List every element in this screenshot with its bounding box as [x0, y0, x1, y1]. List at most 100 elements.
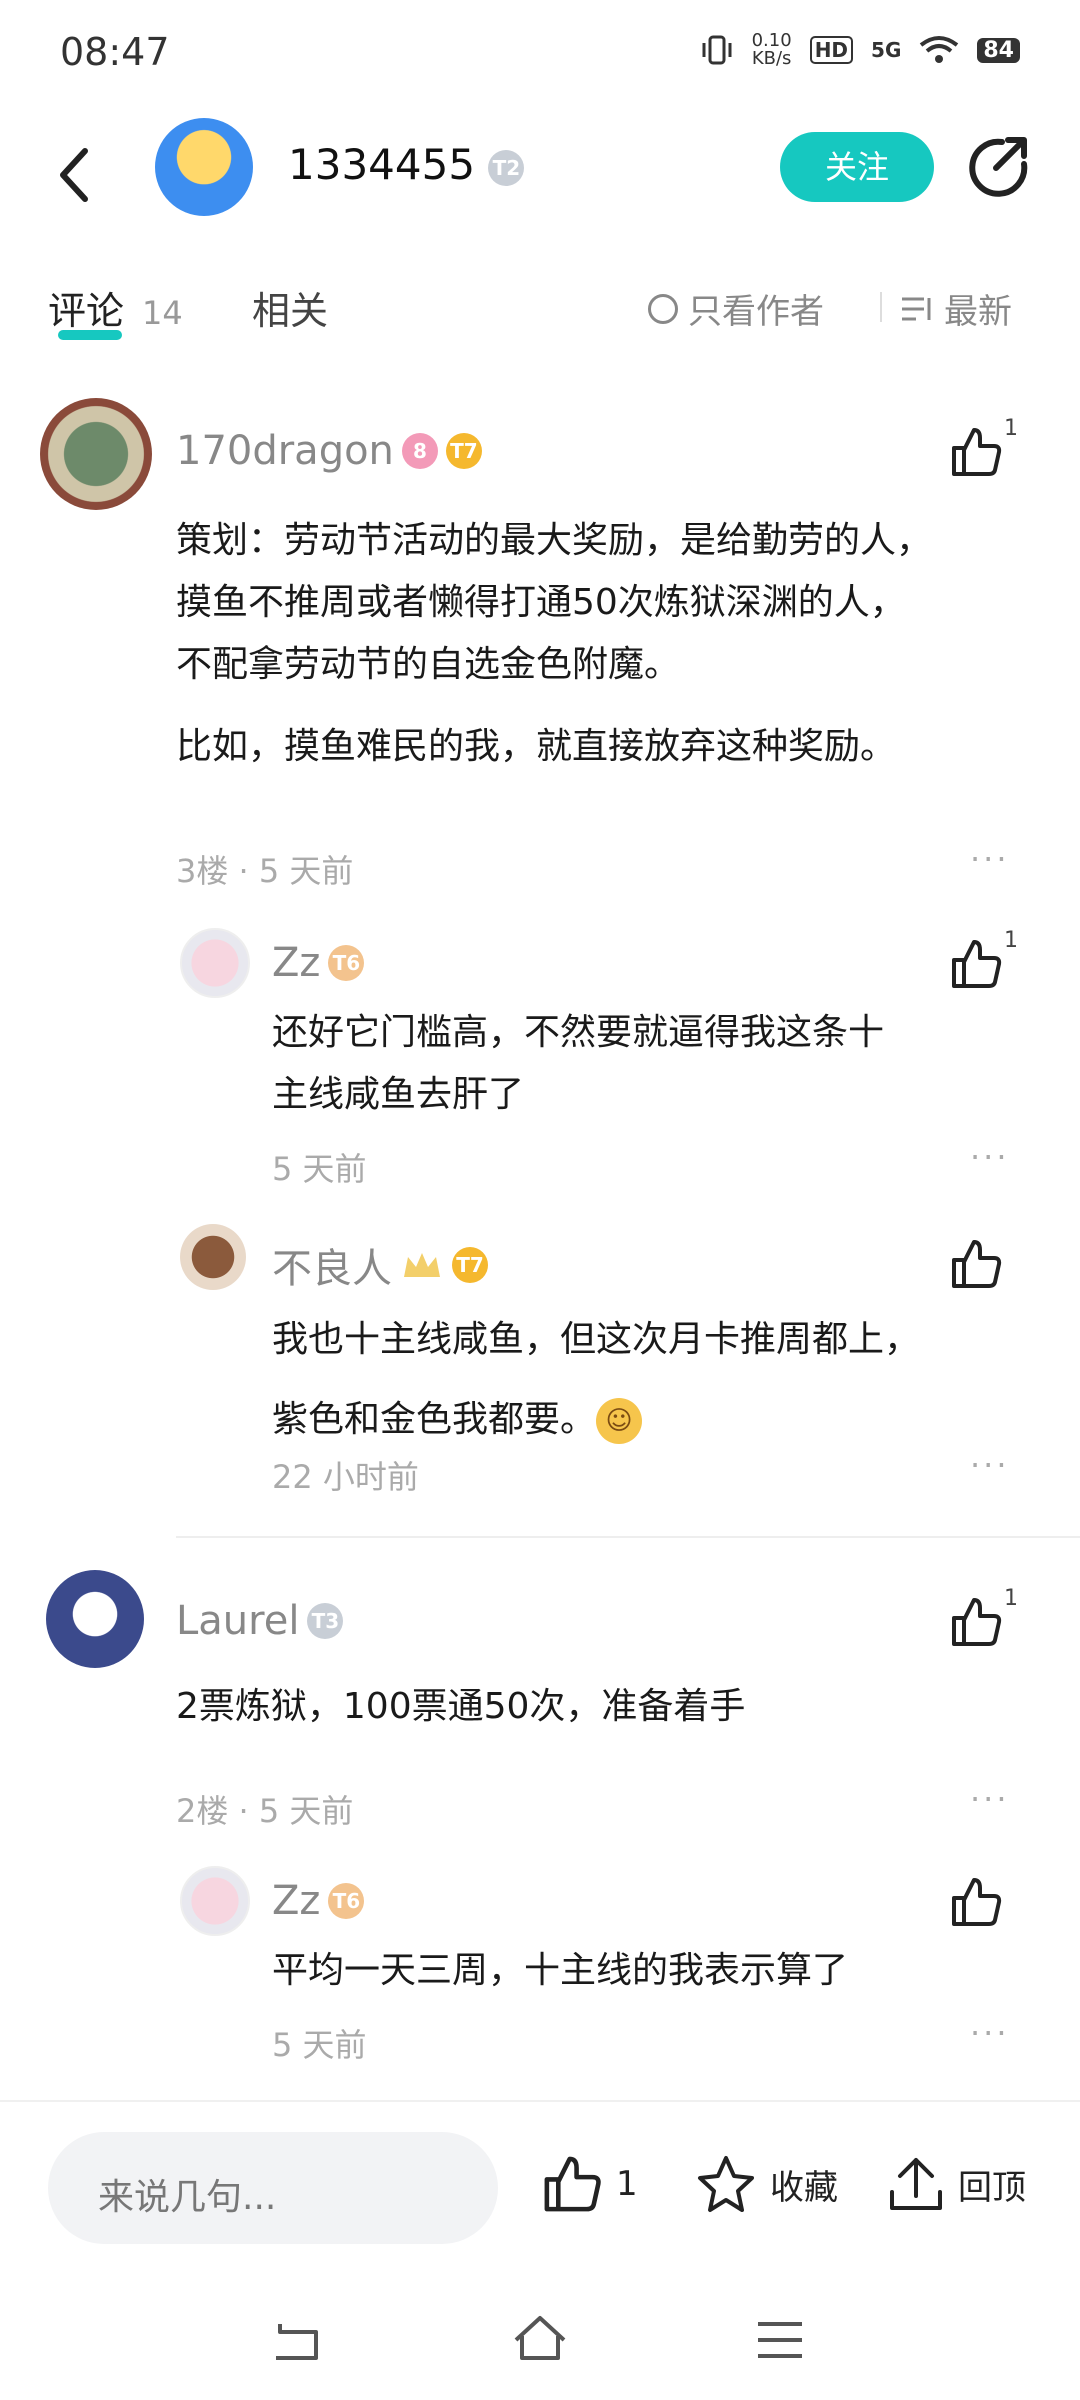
comment-line: 不配拿劳动节的自选金色附魔。 [176, 644, 681, 685]
reply-name-text: Zz [272, 940, 321, 986]
only-author-filter[interactable]: 只看作者 [648, 284, 824, 333]
reply-meta: 22 小时前 [272, 1458, 419, 1496]
comment-tabs: 评论 14 相关 只看作者 最新 [0, 280, 1080, 360]
reply-avatar[interactable] [180, 1866, 250, 1936]
level-badge: T7 [452, 1247, 488, 1283]
like-icon[interactable] [948, 1874, 1004, 1930]
tab-comments-count: 14 [142, 294, 183, 332]
more-options-icon[interactable]: ··· [970, 840, 1010, 878]
upload-arrow-icon [890, 2158, 942, 2210]
status-time: 08:47 [60, 30, 170, 74]
post-header: 1334455 T2 关注 [0, 110, 1080, 260]
reply-line: 紫色和金色我都要。 [272, 1399, 597, 1440]
only-author-label: 只看作者 [688, 292, 824, 332]
reply-meta: 5 天前 [272, 1150, 367, 1188]
comment-divider [176, 1536, 1080, 1538]
reply-name-text: Zz [272, 1878, 321, 1924]
status-bar: 08:47 0.10 KB/s HD 5G 84 [0, 0, 1080, 110]
reply-text: 平均一天三周，十主线的我表示算了 [272, 1950, 849, 1991]
5g-icon: 5G [871, 38, 902, 62]
nav-menu-icon[interactable] [750, 2310, 810, 2370]
filter-divider [880, 292, 882, 322]
commenter-avatar[interactable] [40, 398, 152, 510]
like-post-count: 1 [616, 2164, 638, 2204]
comment-input-placeholder: 来说几句... [98, 2177, 277, 2218]
crown-icon [404, 1253, 440, 1277]
active-tab-indicator [58, 330, 122, 340]
radio-icon [648, 293, 678, 324]
reply-name[interactable]: 不良人 T7 [272, 1236, 488, 1294]
level-badge: T7 [445, 433, 482, 469]
reply-line-with-emoji: 紫色和金色我都要。 ☺ [272, 1380, 1052, 1460]
network-speed: 0.10 KB/s [752, 32, 792, 68]
level-badge: T6 [328, 945, 365, 981]
comment-meta: 3楼 · 5 天前 [176, 852, 354, 890]
collect-label: 收藏 [770, 2167, 838, 2208]
comment-meta: 2楼 · 5 天前 [176, 1792, 354, 1830]
comment-input[interactable]: 来说几句... [48, 2132, 498, 2244]
hd-icon: HD [809, 36, 854, 64]
like-post-button[interactable]: 1 [540, 2152, 638, 2216]
like-icon[interactable] [948, 936, 1004, 992]
author-avatar[interactable] [155, 118, 253, 216]
follow-button[interactable]: 关注 [780, 132, 934, 202]
reply-avatar[interactable] [180, 928, 250, 998]
more-options-icon[interactable]: ··· [970, 2014, 1010, 2052]
level-badge: T2 [488, 149, 525, 186]
reply-line: 主线咸鱼去肝了 [272, 1074, 525, 1115]
comment-line: 比如，摸鱼难民的我，就直接放弃这种奖励。 [176, 726, 897, 767]
sort-icon [902, 297, 931, 320]
nav-back-icon[interactable] [266, 2310, 326, 2370]
commenter-name-text: Laurel [176, 1598, 300, 1644]
comment-line: 策划：劳动节活动的最大奖励，是给勤劳的人， [176, 520, 933, 561]
back-icon[interactable] [55, 145, 95, 205]
tab-related[interactable]: 相关 [252, 280, 328, 335]
commenter-name[interactable]: 170dragon 8 T7 [176, 428, 482, 474]
author-name-text: 1334455 [288, 140, 476, 189]
status-icons: 0.10 KB/s HD 5G 84 [700, 32, 1020, 68]
commenter-name[interactable]: Laurel T3 [176, 1598, 344, 1644]
level-badge: T6 [328, 1883, 365, 1919]
bottom-action-bar: 来说几句... 1 收藏 回顶 [0, 2100, 1080, 2272]
commenter-name-text: 170dragon [176, 428, 394, 474]
back-to-top-button[interactable]: 回顶 [886, 2152, 1026, 2216]
tab-comments-label: 评论 [48, 289, 125, 333]
more-options-icon[interactable]: ··· [970, 1138, 1010, 1176]
like-count: 1 [1004, 928, 1018, 953]
collect-button[interactable]: 收藏 [694, 2152, 838, 2216]
nav-home-icon[interactable] [510, 2310, 570, 2370]
sort-button[interactable]: 最新 [900, 284, 1012, 333]
commenter-avatar[interactable] [46, 1570, 144, 1668]
like-icon[interactable] [948, 424, 1004, 480]
reply-line: 我也十主线咸鱼，但这次月卡推周都上， [272, 1319, 921, 1360]
system-nav-bar [0, 2270, 1080, 2400]
like-icon[interactable] [948, 1594, 1004, 1650]
more-options-icon[interactable]: ··· [970, 1446, 1010, 1484]
like-count: 1 [1004, 416, 1018, 441]
author-name[interactable]: 1334455 T2 [288, 140, 525, 189]
tab-comments[interactable]: 评论 14 [48, 280, 183, 335]
like-icon[interactable] [948, 1236, 1004, 1292]
reply-text: 我也十主线咸鱼，但这次月卡推周都上， 紫色和金色我都要。 ☺ [272, 1300, 1052, 1460]
like-icon [544, 2156, 601, 2212]
vibrate-icon [702, 35, 732, 65]
sort-label: 最新 [944, 292, 1012, 332]
reply-avatar[interactable] [180, 1224, 246, 1290]
fan-badge: 8 [401, 433, 438, 469]
reply-text: 还好它门槛高，不然要就逼得我这条十 主线咸鱼去肝了 [272, 1002, 1032, 1126]
reply-name[interactable]: Zz T6 [272, 1878, 365, 1924]
star-icon [698, 2156, 754, 2212]
speed-unit: KB/s [751, 48, 792, 69]
comment-text: 策划：劳动节活动的最大奖励，是给勤劳的人， 摸鱼不推周或者懒得打通50次炼狱深渊… [176, 510, 1036, 778]
smile-emoji-icon: ☺ [596, 1398, 643, 1444]
share-icon[interactable] [966, 134, 1030, 198]
back-to-top-label: 回顶 [958, 2167, 1026, 2208]
battery-icon: 84 [977, 37, 1020, 63]
reply-name-text: 不良人 [272, 1246, 392, 1292]
reply-line: 还好它门槛高，不然要就逼得我这条十 [272, 1012, 885, 1053]
reply-meta: 5 天前 [272, 2026, 367, 2064]
reply-name[interactable]: Zz T6 [272, 940, 365, 986]
wifi-icon [920, 36, 959, 63]
more-options-icon[interactable]: ··· [970, 1780, 1010, 1818]
level-badge: T3 [307, 1603, 344, 1639]
